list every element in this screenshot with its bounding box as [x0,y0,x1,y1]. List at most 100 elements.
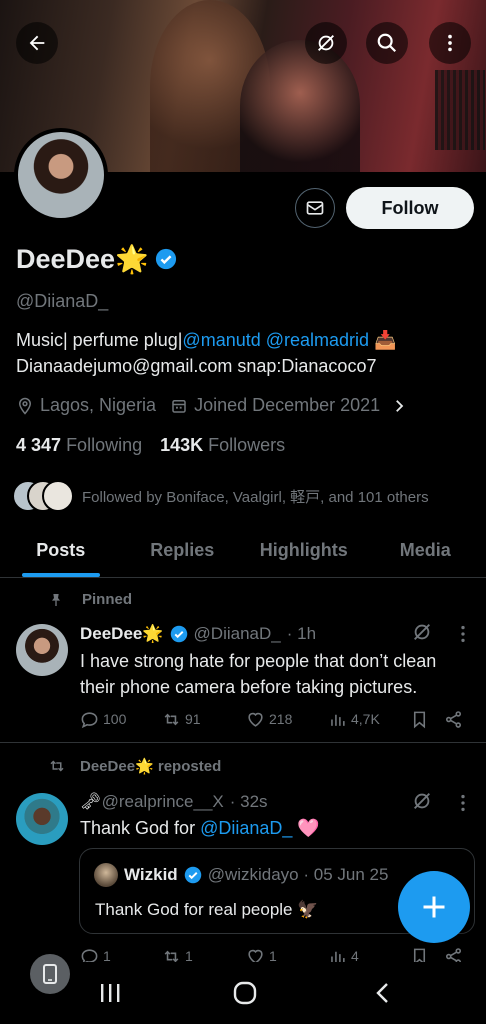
heart-emoji: 🩷 [297,818,320,838]
bookmark-button[interactable] [410,710,429,729]
post-author-handle: @DiianaD_ [193,624,281,643]
following-label: Following [66,435,143,455]
quote-avatar [94,863,118,887]
tab-posts[interactable]: Posts [0,528,122,577]
quote-handle-time: @wizkidayo · 05 Jun 25 [207,865,389,884]
post-author-name[interactable]: DeeDee [80,624,142,644]
followers-link[interactable]: 143K Followers [160,435,285,456]
compose-post-button[interactable] [398,871,470,943]
phone-icon [43,964,57,984]
bio-contact: Dianaadejumo@gmail.com snap:Dianacoco7 [16,356,377,376]
system-navigation-bar [0,962,486,1024]
verified-badge-icon [184,866,201,884]
reply-icon [81,711,98,728]
quote-text-content: Thank God for real people [95,900,293,919]
quote-header: Wizkid @wizkidayo · 05 Jun 25 [94,863,388,887]
search-icon [377,33,397,53]
grok-button[interactable] [305,22,347,64]
followed-by-text: Followed by Boniface, Vaalgirl, 軽戸, and … [82,488,429,506]
post-author-handle[interactable]: @realprince__X [102,792,224,812]
calendar-icon [172,399,186,413]
post-text: I have strong hate for people that don’t… [80,648,436,700]
post-text: Thank God for @DiianaD_ 🩷 [80,815,320,841]
mail-icon [306,201,324,215]
pinned-label: Pinned [82,591,133,608]
post-avatar[interactable] [16,793,68,845]
bio-mention-realmadrid[interactable]: @realmadrid [266,330,369,350]
post-header: 🗝 @realprince__X · 32s [80,792,268,812]
like-button[interactable]: 218 [246,710,292,729]
quote-text: Thank God for real people 🦅 [95,897,318,923]
profile-meta: Lagos, Nigeria Joined December 2021 [16,395,408,416]
reply-button[interactable]: 100 [80,710,126,729]
more-vertical-icon [448,34,452,52]
like-count: 218 [269,711,293,727]
post-text-line: their phone camera before taking picture… [80,677,418,697]
grok-icon [318,35,334,51]
tab-replies[interactable]: Replies [122,528,244,577]
followed-by[interactable]: Followed by Boniface, Vaalgirl, 軽戸, and … [12,480,429,512]
repost-icon [164,713,179,725]
post-mention[interactable]: @DiianaD_ [200,818,292,838]
pin-icon [52,593,60,606]
profile-tabs: Posts Replies Highlights Media [0,528,486,578]
key-emoji: 🗝 [80,792,102,811]
search-button[interactable] [366,22,408,64]
following-count: 4 347 [16,435,62,455]
grok-icon[interactable] [411,790,433,812]
views-button[interactable]: 4,7K [328,710,380,729]
grok-icon[interactable] [411,621,433,643]
followers-count: 143K [160,435,204,455]
eagle-emoji: 🦅 [297,900,319,919]
home-circle-icon [233,981,257,1005]
recent-apps-button[interactable] [95,980,125,1006]
tab-highlights[interactable]: Highlights [243,528,365,577]
profile-avatar[interactable] [14,128,108,222]
profile-name-text: DeeDee [16,243,116,274]
chevron-right-icon[interactable] [390,397,408,415]
repost-indicator: DeeDee🌟 reposted [48,757,221,775]
profile-bio: Music| perfume plug|@manutd @realmadrid … [16,327,476,379]
tab-media[interactable]: Media [365,528,486,577]
joined-text: Joined December 2021 [194,395,381,415]
post-time: · 1h [286,624,317,643]
floating-phone-button[interactable] [30,954,70,994]
arrow-left-icon [29,35,45,51]
location-text: Lagos, Nigeria [40,395,157,415]
repost-count: 91 [185,711,201,727]
system-back-button[interactable] [370,979,396,1007]
more-vertical-icon[interactable] [452,792,474,814]
message-button[interactable] [295,188,335,228]
post-avatar[interactable] [16,624,68,676]
post-text-line: I have strong hate for people that don’t… [80,651,437,671]
home-button[interactable] [231,979,259,1007]
repost-button[interactable]: 91 [162,710,201,729]
profile-name: DeeDee 🌟 [16,243,177,275]
bio-text: Music| perfume plug| [16,330,183,350]
following-link[interactable]: 4 347 Following [16,435,142,456]
pinned-indicator: Pinned [48,591,132,608]
follow-button[interactable]: Follow [346,187,474,229]
followers-you-know-avatars [12,480,74,512]
post-time: · 32s [229,792,268,811]
bio-mention-manutd[interactable]: @manutd [182,330,260,350]
repost-label: DeeDee🌟 reposted [80,758,222,775]
plus-icon [423,896,445,918]
more-vertical-icon[interactable] [452,623,474,645]
followers-label: Followers [208,435,286,455]
verified-badge-icon[interactable] [155,248,177,270]
post-text-prefix: Thank God for [80,818,201,838]
profile-handle: @DiianaD_ [16,291,109,311]
post-actions: 100 91 218 4,7K [80,708,474,730]
star-emoji: 🌟 [142,624,164,643]
inbox-emoji: 📥 [374,330,397,350]
post-divider [0,742,486,743]
share-button[interactable] [444,710,463,729]
views-count: 4,7K [351,711,380,727]
more-button[interactable] [429,22,471,64]
location-icon [18,397,32,415]
back-button[interactable] [16,22,58,64]
recent-apps-icon [101,984,120,1002]
quote-author-name: Wizkid [124,865,178,884]
follow-counts: 4 347 Following 143K Followers [16,435,285,456]
